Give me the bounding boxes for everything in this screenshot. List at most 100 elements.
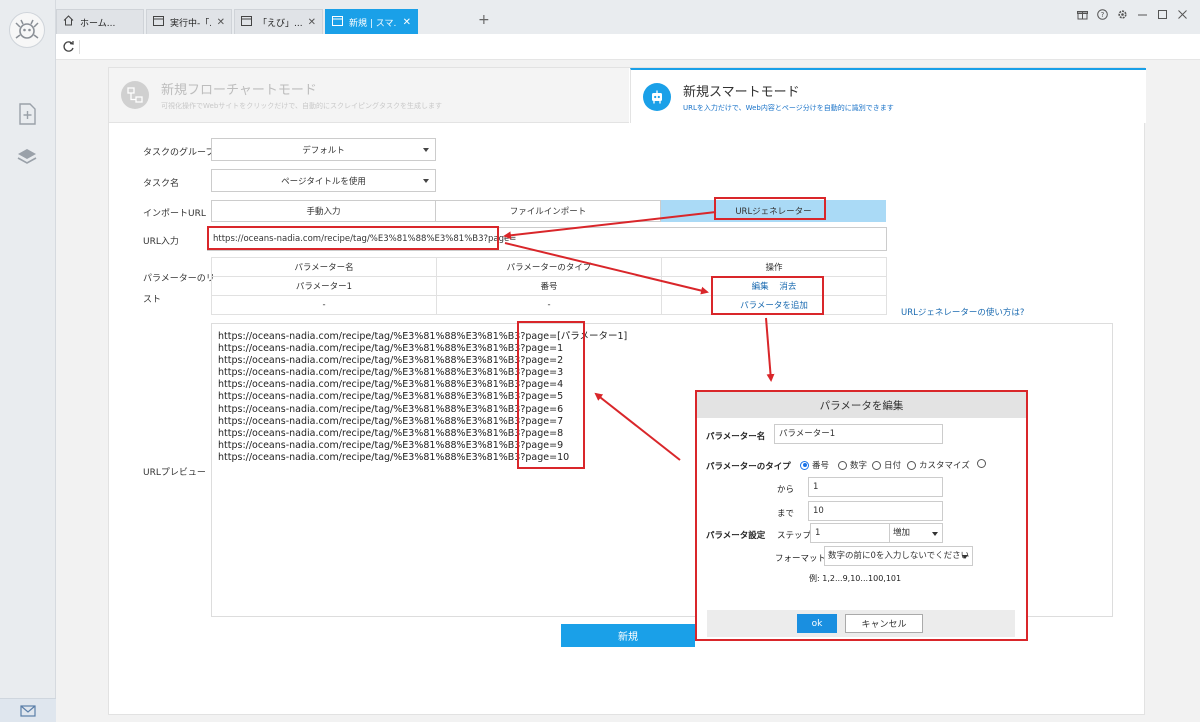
- window-icon: [241, 15, 252, 29]
- tab-label: ホーム...: [80, 18, 116, 29]
- radio-date[interactable]: 日付: [872, 459, 901, 471]
- window-icon: [332, 15, 343, 29]
- param-setting-label: パラメータ設定: [706, 531, 766, 541]
- minimize-icon[interactable]: [1137, 9, 1148, 23]
- reload-icon[interactable]: [62, 40, 75, 56]
- radio-number[interactable]: 番号: [800, 459, 829, 471]
- maximize-icon[interactable]: [1157, 9, 1168, 23]
- to-input[interactable]: 10: [808, 501, 943, 521]
- file-import-option[interactable]: ファイルインポート: [435, 200, 661, 222]
- param-name-input[interactable]: パラメーター1: [774, 424, 943, 444]
- format-example: 例: 1,2...9,10...100,101: [809, 574, 902, 583]
- annotation-box-url-generator: [714, 197, 826, 220]
- radio-extra[interactable]: [977, 459, 986, 468]
- cancel-button[interactable]: キャンセル: [845, 614, 923, 633]
- url-preview-label: URLプレビュー: [143, 468, 206, 478]
- step-label: ステップ: [777, 531, 812, 541]
- home-icon: [63, 15, 74, 29]
- step-direction-select[interactable]: 増加: [889, 523, 943, 543]
- new-tab-icon[interactable]: +: [478, 12, 490, 28]
- task-group-value: デフォルト: [302, 145, 345, 156]
- param-name-cell: -: [211, 295, 437, 315]
- column-header: パラメーター名: [211, 257, 437, 277]
- param-list-label: パラメーターのリ: [143, 274, 215, 284]
- radio-indicator: [977, 459, 986, 468]
- manual-input-option[interactable]: 手動入力: [211, 200, 436, 222]
- gift-icon[interactable]: [1077, 9, 1088, 23]
- format-select[interactable]: 数字の前に0を入力しないでください: [824, 546, 973, 566]
- tab-home[interactable]: ホーム...: [56, 9, 144, 34]
- task-group-label: タスクのグループ: [143, 148, 215, 158]
- chevron-down-icon: [423, 179, 429, 183]
- radio-customize[interactable]: カスタマイズ: [907, 459, 970, 471]
- param-name-label: パラメーター名: [706, 432, 766, 442]
- radio-digit[interactable]: 数字: [838, 459, 867, 471]
- format-label: フォーマット: [775, 554, 827, 564]
- table-header-row: パラメーター名 パラメーターのタイプ 操作: [211, 257, 887, 277]
- close-icon[interactable]: ✕: [308, 17, 316, 28]
- url-generator-help-link[interactable]: URLジェネレーターの使い方は?: [901, 306, 1024, 318]
- from-input[interactable]: 1: [808, 477, 943, 497]
- mode-title: 新規フローチャートモード: [161, 83, 317, 98]
- annotation-box-page-params: [517, 321, 585, 469]
- tab-label: 新規 | スマ...: [349, 18, 397, 29]
- radio-label: カスタマイズ: [919, 461, 970, 471]
- column-header: パラメーターのタイプ: [436, 257, 662, 277]
- preview-line: https://oceans-nadia.com/recipe/tag/%E3%…: [218, 331, 628, 342]
- ok-button[interactable]: ok: [797, 614, 837, 633]
- preview-line: https://oceans-nadia.com/recipe/tag/%E3%…: [218, 343, 564, 355]
- to-label: まで: [777, 509, 795, 519]
- radio-indicator: [872, 460, 881, 470]
- create-button[interactable]: 新規: [561, 624, 695, 647]
- browser-toolbar: [56, 34, 1200, 60]
- task-name-select[interactable]: ページタイトルを使用: [211, 169, 436, 192]
- task-name-value: ページタイトルを使用: [281, 176, 366, 187]
- chevron-down-icon: [423, 148, 429, 152]
- mode-description: URLを入力だけで、Web内容とページ分けを自動的に識別できます: [683, 103, 894, 112]
- address-divider: [79, 40, 80, 54]
- radio-indicator: [838, 460, 847, 470]
- step-input[interactable]: 1: [810, 523, 890, 543]
- param-type-cell: 番号: [436, 276, 662, 296]
- param-type-label: パラメーターのタイプ: [706, 462, 791, 472]
- mode-card-flowchart[interactable]: 新規フローチャートモード 可視化操作でWebサイトをクリックだけで、自動的にスク…: [109, 68, 629, 123]
- tab-ebi[interactable]: 「えび」... ✕: [234, 9, 323, 34]
- left-sidebar: [0, 0, 56, 722]
- preview-line: https://oceans-nadia.com/recipe/tag/%E3%…: [218, 355, 564, 367]
- from-label: から: [777, 485, 795, 495]
- tab-running[interactable]: 実行中-「... ✕: [146, 9, 232, 34]
- dialog-title: パラメータを編集: [697, 392, 1026, 418]
- format-value: 数字の前に0を入力しないでください: [828, 551, 970, 561]
- preview-line: https://oceans-nadia.com/recipe/tag/%E3%…: [218, 367, 564, 379]
- help-icon[interactable]: ?: [1097, 9, 1108, 23]
- radio-indicator: [800, 460, 809, 470]
- chevron-down-icon: [962, 555, 968, 559]
- annotation-box-url-input: [207, 226, 499, 250]
- app-logo-icon: [9, 12, 45, 48]
- dialog-footer: ok キャンセル: [707, 610, 1015, 637]
- mail-icon[interactable]: [0, 698, 56, 722]
- column-header: 操作: [661, 257, 887, 277]
- param-type-cell: -: [436, 295, 662, 315]
- annotation-box-actions: [711, 276, 824, 315]
- tab-new-smart[interactable]: 新規 | スマ... ✕: [325, 9, 418, 34]
- gear-icon[interactable]: [1117, 9, 1128, 23]
- radio-indicator: [907, 460, 916, 470]
- close-icon[interactable]: ✕: [403, 17, 411, 28]
- close-icon[interactable]: ✕: [217, 17, 225, 28]
- tab-bar: ホーム... 実行中-「... ✕ 「えび」... ✕ 新規 | スマ... ✕…: [56, 0, 1200, 34]
- import-url-label: インポートURL: [143, 209, 206, 219]
- task-group-select[interactable]: デフォルト: [211, 138, 436, 161]
- new-task-icon[interactable]: [16, 103, 38, 125]
- edit-parameter-dialog: パラメータを編集 パラメーター名 パラメーター1 パラメーターのタイプ 番号 数…: [695, 390, 1028, 641]
- radio-label: 日付: [884, 461, 902, 471]
- window-controls: ?: [1077, 9, 1188, 23]
- close-window-icon[interactable]: [1177, 9, 1188, 23]
- step-direction-value: 増加: [893, 528, 911, 538]
- mode-title: 新規スマートモード: [683, 84, 800, 100]
- flowchart-icon: [121, 81, 149, 109]
- window-icon: [153, 15, 164, 29]
- layers-icon[interactable]: [16, 146, 38, 168]
- content-area: 新規フローチャートモード 可視化操作でWebサイトをクリックだけで、自動的にスク…: [56, 60, 1200, 722]
- mode-card-smart[interactable]: 新規スマートモード URLを入力だけで、Web内容とページ分けを自動的に識別でき…: [630, 68, 1146, 123]
